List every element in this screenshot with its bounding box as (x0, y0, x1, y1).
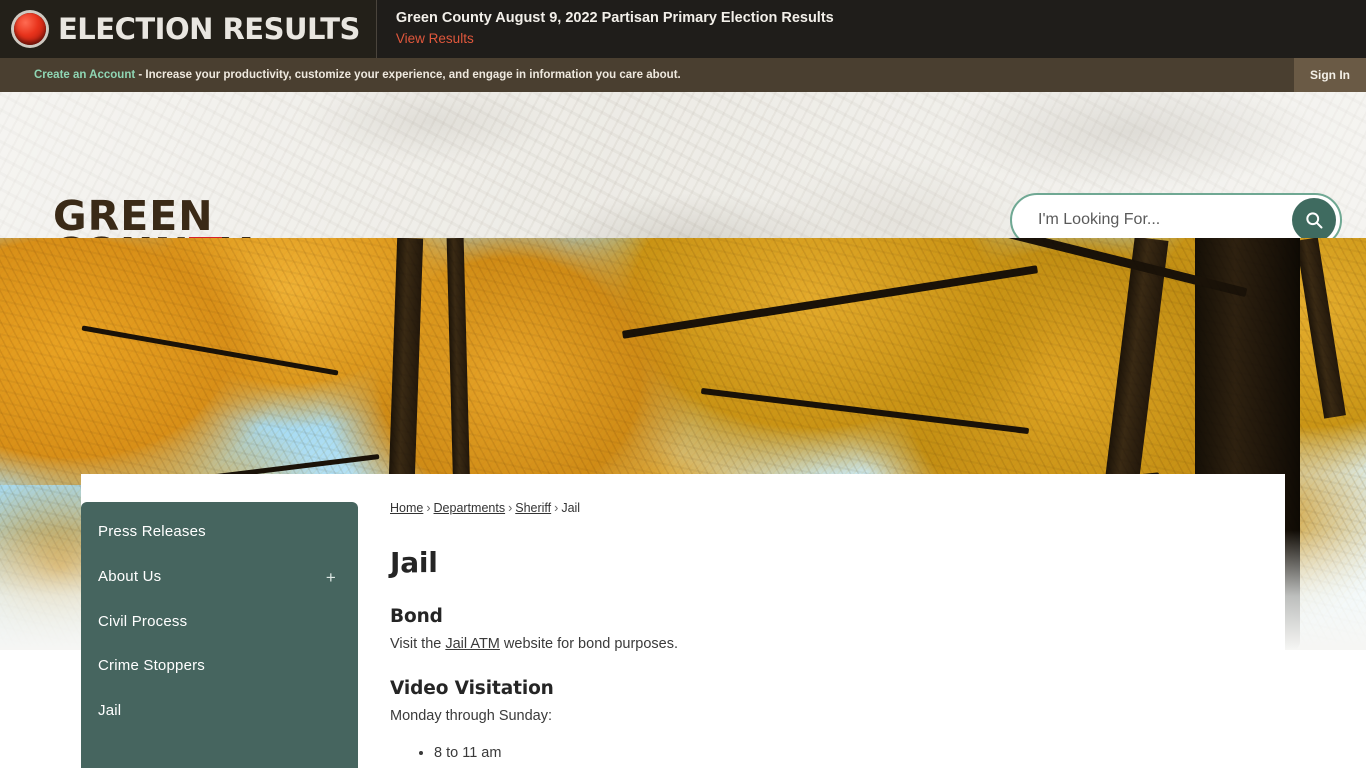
sidebar-item-civil-process[interactable]: Civil Process (81, 600, 358, 645)
bond-paragraph: Visit the Jail ATM website for bond purp… (390, 634, 1255, 656)
section-heading-bond: Bond (390, 606, 443, 627)
jail-atm-link[interactable]: Jail ATM (445, 636, 500, 652)
election-alert-bar: ELECTION RESULTS Green County August 9, … (0, 0, 1366, 58)
content-panel: Press Releases About Us + Civil Process … (81, 474, 1285, 768)
section-sidebar: Press Releases About Us + Civil Process … (81, 502, 358, 768)
bond-text-after: website for bond purposes. (499, 636, 679, 652)
election-alert-body: Green County August 9, 2022 Partisan Pri… (377, 0, 834, 58)
sidebar-item-label: Press Releases (98, 523, 206, 540)
create-account-link[interactable]: Create an Account (34, 69, 135, 81)
account-bar: Create an Account - Increase your produc… (0, 58, 1366, 92)
video-visitation-intro: Monday through Sunday: (390, 707, 553, 724)
breadcrumb-separator: › (508, 501, 513, 515)
search-icon (1306, 212, 1323, 229)
election-alert-message: Green County August 9, 2022 Partisan Pri… (395, 10, 834, 27)
section-heading-video-visitation: Video Visitation (390, 677, 554, 699)
main-content: Home › Departments › Sheriff › Jail Jail Bond … (358, 474, 1285, 768)
sidebar-item-label: Jail (98, 701, 122, 719)
account-bar-text: - Increase your productivity, customize … (135, 69, 681, 81)
account-bar-message: Create an Account - Increase your produc… (0, 69, 681, 81)
election-alert-badge: ELECTION RESULTS (0, 0, 377, 58)
breadcrumb-item-departments[interactable]: Departments (434, 501, 506, 515)
list-item: 8 to 11 am (434, 742, 1255, 764)
site-search (1010, 193, 1342, 238)
sidebar-item-about-us[interactable]: About Us + (81, 555, 358, 600)
breadcrumb-separator: › (426, 501, 431, 515)
view-results-link[interactable]: View Results (396, 29, 474, 49)
sidebar-item-label: Civil Process (98, 612, 188, 630)
breadcrumb-separator: › (554, 501, 559, 515)
sidebar-item-jail[interactable]: Jail (81, 689, 358, 734)
site-header: GREEN COUN Y WISCONSIN GOVERNMENT DEPART… (0, 92, 1366, 238)
bond-text-before: Visit the (390, 636, 446, 652)
sidebar-item-label: Crime Stoppers (98, 657, 206, 674)
election-alert-title: ELECTION RESULTS (58, 11, 360, 46)
breadcrumb: Home › Departments › Sheriff › Jail (390, 501, 1255, 515)
sidebar-item-press-releases[interactable]: Press Releases (81, 510, 358, 555)
breadcrumb-item-current: Jail (561, 501, 581, 515)
site-logo[interactable]: GREEN COUN Y WISCONSIN (53, 196, 280, 238)
sign-in-button[interactable]: Sign In (1294, 58, 1366, 92)
red-ball-icon (14, 13, 46, 45)
sidebar-item-crime-stoppers[interactable]: Crime Stoppers (81, 644, 358, 689)
search-button[interactable] (1292, 198, 1336, 238)
page-title: Jail (390, 546, 438, 579)
sidebar-item-label: About Us (98, 567, 162, 585)
expand-plus-icon[interactable]: + (326, 569, 336, 586)
video-visitation-hours-list: 8 to 11 am (390, 742, 1255, 764)
search-input[interactable] (1012, 195, 1292, 238)
breadcrumb-item-home[interactable]: Home (390, 501, 423, 515)
breadcrumb-item-sheriff[interactable]: Sheriff (515, 501, 551, 515)
